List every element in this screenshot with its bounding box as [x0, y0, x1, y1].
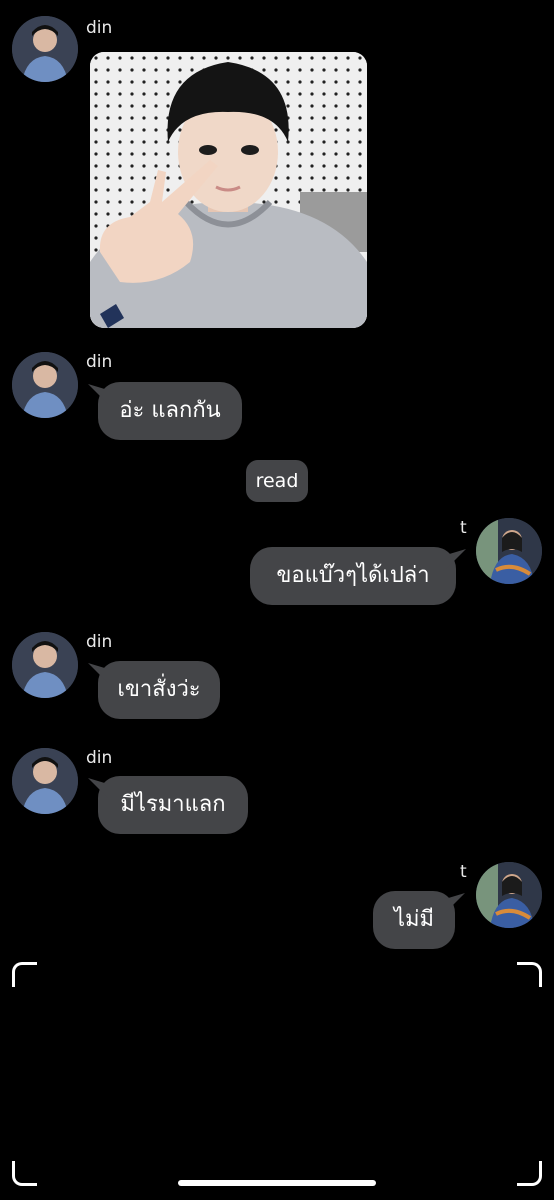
frame-corner-bottom-right — [517, 1161, 542, 1186]
frame-corner-bottom-left — [12, 1161, 37, 1186]
avatar-t[interactable] — [476, 862, 542, 928]
message-bubble-din[interactable]: อ่ะ แลกกัน — [98, 382, 242, 440]
read-status-chip: read — [246, 460, 308, 502]
sender-name-t: t — [460, 518, 467, 538]
sender-name-din: din — [86, 352, 113, 372]
home-indicator[interactable] — [178, 1180, 376, 1186]
chat-screen: din din อ่ะ แลกกัน read t ขอแบ๊วๆได้เปล่… — [0, 0, 554, 1200]
avatar-din[interactable] — [12, 748, 78, 814]
frame-corner-top-right — [517, 962, 542, 987]
frame-corner-top-left — [12, 962, 37, 987]
message-bubble-din[interactable]: มีไรมาแลก — [98, 776, 248, 834]
avatar-din[interactable] — [12, 16, 78, 82]
message-bubble-din[interactable]: เขาสั่งว่ะ — [98, 661, 220, 719]
sender-name-din: din — [86, 18, 113, 38]
avatar-din[interactable] — [12, 632, 78, 698]
sender-name-din: din — [86, 632, 113, 652]
message-bubble-t[interactable]: ขอแบ๊วๆได้เปล่า — [250, 547, 456, 605]
avatar-din[interactable] — [12, 352, 78, 418]
sender-name-t: t — [460, 862, 467, 882]
selfie-photo — [90, 52, 367, 328]
sender-name-din: din — [86, 748, 113, 768]
message-bubble-t[interactable]: ไม่มี — [373, 891, 455, 949]
photo-message[interactable] — [90, 52, 367, 328]
avatar-t[interactable] — [476, 518, 542, 584]
